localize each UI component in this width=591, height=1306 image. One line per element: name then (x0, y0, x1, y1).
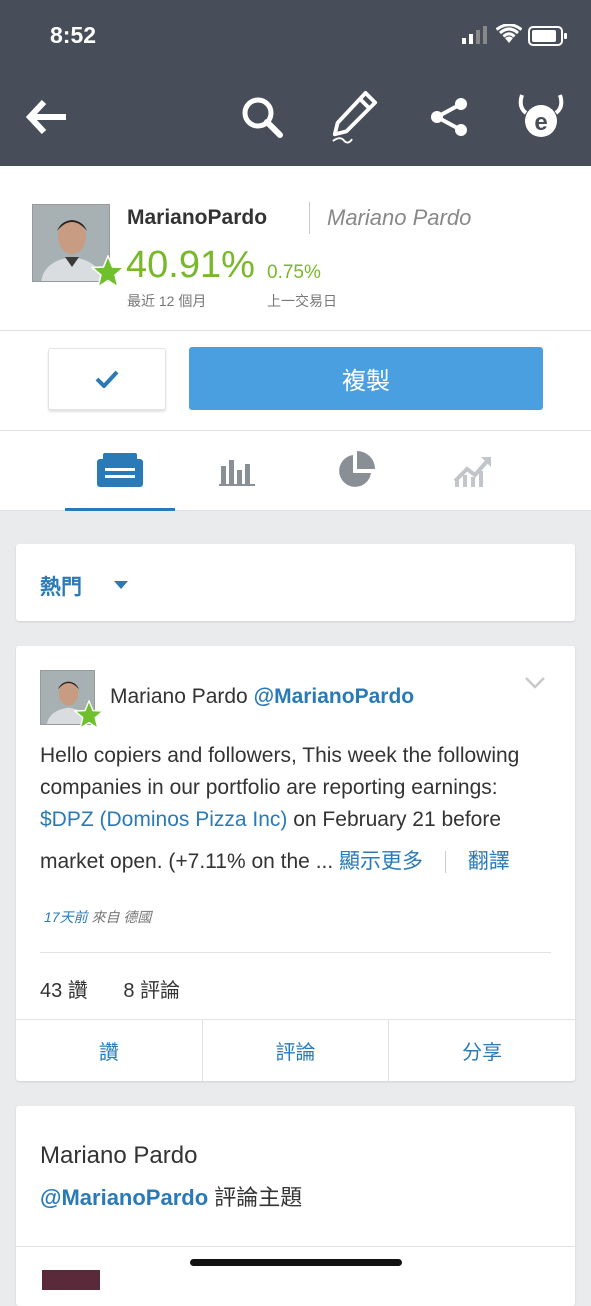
status-bar: 8:52 (0, 0, 591, 70)
translate-link[interactable]: 翻譯 (468, 850, 510, 873)
signal-icon (462, 26, 487, 44)
profile-header: MarianoPardo Mariano Pardo 40.91% 0.75% … (0, 166, 591, 331)
like-button[interactable]: 讚 (16, 1020, 203, 1081)
gain-12-months: 40.91% (126, 244, 255, 286)
comment-count[interactable]: 8 評論 (123, 980, 180, 1002)
divider (444, 851, 446, 874)
divider (40, 952, 551, 953)
ticker-link[interactable]: $DPZ (Dominos Pizza Inc) (40, 808, 287, 831)
tab-chart[interactable] (418, 431, 528, 511)
post-timestamp[interactable]: 17天前 (44, 909, 88, 925)
share-icon[interactable] (424, 92, 474, 142)
feed-icon (97, 452, 143, 487)
post-author: Mariano Pardo @MarianoPardo (110, 685, 414, 709)
post-author-handle[interactable]: @MarianoPardo (40, 1185, 208, 1210)
share-button[interactable]: 分享 (389, 1020, 575, 1081)
post-actions: 讚 評論 分享 (16, 1019, 575, 1081)
feed-post: Mariano Pardo @MarianoPardo 評論主題 (16, 1106, 575, 1306)
caret-down-icon (114, 581, 128, 589)
star-badge-icon (74, 700, 104, 730)
app-toolbar: e (0, 70, 591, 166)
copy-button[interactable]: 複製 (189, 347, 543, 410)
divider (309, 202, 310, 234)
like-count[interactable]: 43 讚 (40, 980, 88, 1002)
star-badge-icon (91, 255, 125, 289)
post-location: 來自 德國 (91, 909, 152, 925)
post-text-end: market open. (+7.11% on the ... (40, 850, 334, 873)
follow-check-button[interactable] (48, 348, 166, 410)
back-arrow-icon[interactable] (22, 92, 72, 142)
post-text: Hello copiers and followers, This week t… (40, 744, 520, 799)
trend-chart-icon (453, 457, 491, 487)
tab-stats[interactable] (182, 431, 292, 511)
filter-label: 熱門 (40, 576, 82, 599)
post-truncated-line: market open. (+7.11% on the ... 顯示更多 翻譯 (40, 846, 510, 878)
tab-portfolio[interactable] (300, 431, 410, 511)
svg-text:e: e (534, 109, 547, 136)
username: MarianoPardo (127, 206, 268, 229)
chevron-down-icon[interactable] (524, 676, 546, 690)
pie-chart-icon (339, 451, 375, 487)
wifi-icon (496, 24, 522, 43)
show-more-link[interactable]: 顯示更多 (339, 850, 423, 873)
post-meta: 17天前 來自 德國 (44, 907, 151, 927)
post-subtitle: @MarianoPardo 評論主題 (40, 1180, 302, 1212)
bar-chart-icon (219, 460, 255, 486)
battery-icon (528, 26, 567, 46)
post-author-name: Mariano Pardo (40, 1142, 198, 1169)
search-icon[interactable] (237, 92, 287, 142)
comment-button[interactable]: 評論 (203, 1020, 390, 1081)
post-body: Hello copiers and followers, This week t… (40, 740, 555, 874)
post-text-cont: on February 21 before (287, 808, 502, 831)
post-author-handle[interactable]: @MarianoPardo (254, 685, 415, 708)
gain-last-day: 0.75% (267, 262, 321, 283)
full-name: Mariano Pardo (327, 205, 472, 230)
divider (16, 1246, 575, 1247)
gain-last-day-label: 上一交易日 (267, 293, 337, 309)
post-stats: 43 讚 8 評論 (40, 974, 210, 1003)
checkmark-icon (95, 370, 119, 388)
post-subtitle-text: 評論主題 (208, 1185, 303, 1210)
edit-pencil-icon[interactable] (329, 91, 379, 144)
thumbnail[interactable] (42, 1270, 100, 1290)
profile-tabs (0, 431, 591, 511)
gain-12-months-label: 最近 12 個月 (127, 293, 207, 309)
action-bar: 複製 (0, 331, 591, 431)
clock: 8:52 (50, 22, 97, 48)
tab-feed[interactable] (65, 431, 175, 511)
feed-filter-dropdown[interactable]: 熱門 (16, 544, 575, 621)
feed-post: Mariano Pardo @MarianoPardo Hello copier… (16, 646, 575, 1081)
home-indicator[interactable] (190, 1259, 402, 1266)
post-author-name: Mariano Pardo (110, 685, 248, 708)
etoro-logo-icon[interactable]: e (516, 92, 566, 142)
